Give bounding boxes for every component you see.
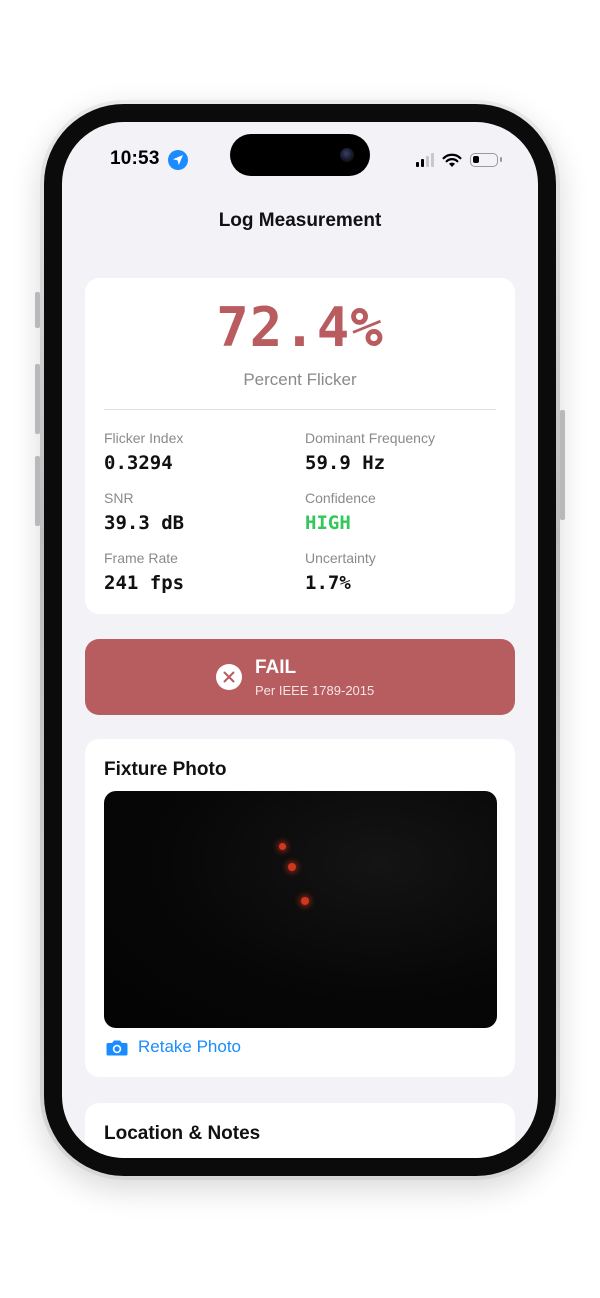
metric-confidence: Confidence HIGH [305,490,495,534]
metric-dominant-frequency: Dominant Frequency 59.9 Hz [305,430,495,474]
front-camera [340,148,354,162]
volume-up-button [35,364,40,434]
metric-value: 1.7% [305,572,351,594]
metric-label: Uncertainty [305,550,376,566]
retake-photo-label: Retake Photo [138,1037,242,1056]
divider [104,409,496,410]
section-title: Fixture Photo [104,759,227,780]
metric-value: 0.3294 [104,452,173,474]
volume-down-button [35,456,40,526]
metric-frame-rate: Frame Rate 241 fps [104,550,294,594]
wifi-icon [442,153,462,167]
result-standard: Per IEEE 1789-2015 [255,683,375,698]
retake-photo-button[interactable]: Retake Photo [106,1037,241,1057]
cellular-signal-icon [416,153,434,167]
result-title: FAIL [255,657,297,678]
metric-snr: SNR 39.3 dB [104,490,294,534]
section-title: Location & Notes [104,1123,261,1144]
metric-label: Dominant Frequency [305,430,435,446]
percent-flicker-label: Percent Flicker [243,370,357,389]
confidence-value: HIGH [305,512,351,534]
light-spot [301,897,309,905]
metric-value: 39.3 dB [104,512,185,534]
status-time: 10:53 [110,148,160,169]
side-button [560,410,565,520]
page-title: Log Measurement [218,210,382,231]
battery-icon [470,153,502,167]
metric-label: Flicker Index [104,430,184,446]
metric-flicker-index: Flicker Index 0.3294 [104,430,294,474]
metric-label: Frame Rate [104,550,178,566]
location-arrow-icon [168,150,188,170]
location-notes-card: Location & Notes [85,1103,515,1158]
result-banner: FAIL Per IEEE 1789-2015 [85,639,515,715]
metric-value: 59.9 Hz [305,452,386,474]
status-icons [416,152,502,168]
close-circle-icon [216,664,242,690]
metric-label: Confidence [305,490,376,506]
light-spot [288,863,296,871]
measurement-summary-card: 72.4% Percent Flicker Flicker Index 0.32… [85,278,515,614]
light-spot [279,843,286,850]
action-button [35,292,40,328]
camera-icon [106,1040,128,1055]
fixture-photo-card: Fixture Photo Retake Photo [85,739,515,1077]
metric-value: 241 fps [104,572,185,594]
fixture-photo[interactable] [104,791,497,1028]
percent-flicker-value: 72.4% [216,296,384,359]
metric-uncertainty: Uncertainty 1.7% [305,550,495,594]
dynamic-island [230,134,370,176]
app-screen: 10:53 Log Measurement 72.4% Percent Flic… [62,122,538,1158]
metric-label: SNR [104,490,134,506]
